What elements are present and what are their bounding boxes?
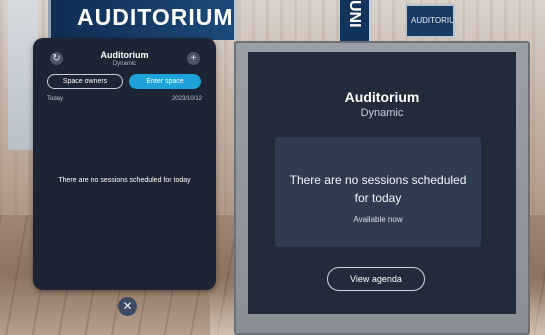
view-agenda-button[interactable]: View agenda xyxy=(327,267,425,291)
space-owners-button[interactable]: Space owners xyxy=(47,74,123,89)
monitor-screen: Auditorium Dynamic There are no sessions… xyxy=(248,52,516,314)
panel-subtitle: Dynamic xyxy=(112,61,137,67)
monitor-frame: Auditorium Dynamic There are no sessions… xyxy=(234,41,530,335)
availability-status: Available now xyxy=(353,215,403,224)
small-sign-text: AUDITORIUM xyxy=(411,16,455,25)
pillar-sign: UNI xyxy=(340,0,372,44)
close-icon[interactable]: ✕ xyxy=(118,297,137,316)
session-status-card: There are no sessions scheduled for toda… xyxy=(275,137,481,247)
monitor-subtitle: Dynamic xyxy=(360,107,404,119)
no-sessions-message: There are no sessions scheduled for toda… xyxy=(289,173,467,205)
banner-text: AUDITORIUM xyxy=(77,4,234,30)
space-info-panel: ↻ + Auditorium Dynamic Space owners Ente… xyxy=(33,38,216,290)
enter-space-button[interactable]: Enter space xyxy=(129,74,201,89)
pillar-sign-text: UNI xyxy=(346,0,363,28)
date-label: 2023/10/12 xyxy=(171,96,202,102)
small-sign: AUDITORIUM xyxy=(405,4,455,38)
panel-title: Auditorium xyxy=(100,50,149,60)
today-label: Today xyxy=(47,96,64,102)
monitor-title: Auditorium xyxy=(344,89,420,105)
auditorium-banner: AUDITORIUM xyxy=(48,0,238,40)
no-sessions-message: There are no sessions scheduled for toda… xyxy=(58,177,191,184)
